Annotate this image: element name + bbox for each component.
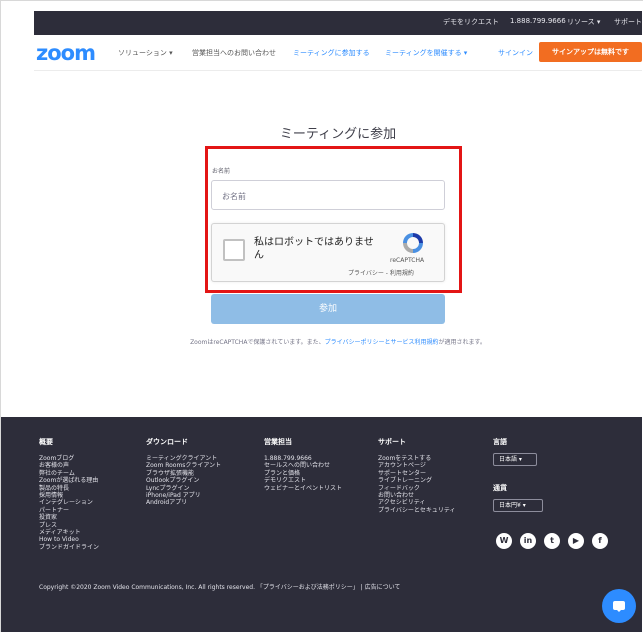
- join-meeting-panel: ミーティングに参加 お名前 お名前 私はロボットではありません reCAPTCH…: [34, 71, 642, 417]
- footer-link[interactable]: アクセシビリティ: [378, 499, 456, 506]
- footer-heading-support: サポート: [378, 438, 406, 446]
- facebook-icon[interactable]: f: [592, 533, 608, 549]
- footer-link[interactable]: アカウントページ: [378, 462, 456, 469]
- footer-link[interactable]: ライブトレーニング: [378, 477, 456, 484]
- zoom-logo[interactable]: zoom: [36, 41, 96, 65]
- footer-col-sales: 営業担当 1.888.799.9666 セールスへの問い合わせ プランと価格 デ…: [264, 437, 342, 492]
- privacy-terms-link[interactable]: プライバシーポリシーとサービス利用規約: [325, 339, 439, 346]
- contact-sales-link[interactable]: 営業担当へのお問い合わせ: [192, 48, 276, 58]
- footer: 概要 Zoomブログ お客様の声 弊社のチーム Zoomが選ばれる理由 製品の特…: [34, 417, 642, 632]
- language-select[interactable]: 日本語 ▾: [493, 453, 537, 466]
- captcha-checkbox[interactable]: [223, 239, 245, 261]
- footer-link[interactable]: お客様の声: [39, 462, 99, 469]
- footer-link[interactable]: プライバシーとセキュリティ: [378, 507, 456, 514]
- footer-link[interactable]: 製品の特長: [39, 485, 99, 492]
- footer-col-about: 概要 Zoomブログ お客様の声 弊社のチーム Zoomが選ばれる理由 製品の特…: [39, 437, 99, 551]
- footer-link[interactable]: プレス: [39, 522, 99, 529]
- footer-link[interactable]: iPhone/iPad アプリ: [146, 492, 221, 499]
- resources-menu[interactable]: リソース ▾: [567, 17, 600, 27]
- currency-heading: 通貨: [493, 484, 507, 492]
- phone-link[interactable]: 1.888.799.9666: [510, 17, 566, 25]
- recaptcha-notice: ZoomはreCAPTCHAで保護されています。また、プライバシーポリシーとサー…: [34, 337, 642, 346]
- utility-bar: デモをリクエスト 1.888.799.9666 リソース ▾ サポート: [34, 11, 642, 35]
- notice-text-before: ZoomはreCAPTCHAで保護されています。また、: [190, 339, 325, 346]
- footer-col-support: サポート Zoomをテストする アカウントページ サポートセンター ライブトレー…: [378, 437, 456, 514]
- recaptcha-widget: 私はロボットではありません reCAPTCHA プライバシー - 利用規約: [211, 223, 445, 282]
- language-heading: 言語: [493, 438, 507, 446]
- host-meeting-menu[interactable]: ミーティングを開催する ▾: [385, 48, 467, 58]
- youtube-icon[interactable]: ▶: [568, 533, 584, 549]
- left-margin-footer: [1, 417, 34, 632]
- currency-select[interactable]: 日本円¥ ▾: [493, 499, 543, 512]
- footer-heading-sales: 営業担当: [264, 438, 292, 446]
- footer-heading-about: 概要: [39, 438, 53, 446]
- sign-in-link[interactable]: サインイン: [498, 48, 533, 58]
- support-link[interactable]: サポート: [614, 17, 642, 27]
- solutions-menu[interactable]: ソリューション ▾: [118, 48, 173, 58]
- page-title: ミーティングに参加: [279, 127, 397, 142]
- join-button[interactable]: 参加: [211, 294, 445, 324]
- footer-link[interactable]: Zoomが選ばれる理由: [39, 477, 99, 484]
- footer-link[interactable]: ミーティングクライアント: [146, 455, 221, 462]
- notice-text-after: が適用されます。: [438, 339, 486, 346]
- captcha-label: 私はロボットではありません: [254, 237, 374, 261]
- sign-up-button[interactable]: サインアップは無料です: [539, 42, 642, 62]
- footer-link[interactable]: ブランドガイドライン: [39, 544, 99, 551]
- wordpress-icon[interactable]: W: [496, 533, 512, 549]
- footer-link[interactable]: How to Video: [39, 536, 99, 543]
- footer-link[interactable]: Outlookプラグイン: [146, 477, 221, 484]
- left-margin: [1, 1, 34, 632]
- chat-button[interactable]: [602, 589, 636, 623]
- name-input[interactable]: お名前: [211, 180, 445, 210]
- footer-link[interactable]: 投資家: [39, 514, 99, 521]
- name-label: お名前: [212, 168, 231, 175]
- footer-link[interactable]: Androidアプリ: [146, 499, 221, 506]
- footer-link[interactable]: Zoom Roomsクライアント: [146, 462, 221, 469]
- main-nav: zoom ソリューション ▾ 営業担当へのお問い合わせ ミーティングに参加する …: [34, 35, 642, 71]
- join-meeting-link[interactable]: ミーティングに参加する: [293, 48, 370, 58]
- footer-link[interactable]: セールスへの問い合わせ: [264, 462, 342, 469]
- request-demo-link[interactable]: デモをリクエスト: [443, 17, 499, 27]
- chat-bubble-tail: [616, 609, 622, 612]
- footer-link[interactable]: インテグレーション: [39, 499, 99, 506]
- recaptcha-links[interactable]: プライバシー - 利用規約: [348, 268, 414, 277]
- footer-heading-download: ダウンロード: [146, 438, 188, 446]
- footer-link[interactable]: フィードバック: [378, 485, 456, 492]
- recaptcha-logo-icon: [403, 233, 423, 253]
- footer-col-download: ダウンロード ミーティングクライアント Zoom Roomsクライアント ブラウ…: [146, 437, 221, 507]
- copyright-text: Copyright ©2020 Zoom Video Communication…: [39, 584, 401, 591]
- name-placeholder: お名前: [222, 192, 246, 201]
- footer-link[interactable]: メディアキット: [39, 529, 99, 536]
- recaptcha-name: reCAPTCHA: [390, 257, 425, 264]
- twitter-icon[interactable]: t: [544, 533, 560, 549]
- linkedin-icon[interactable]: in: [520, 533, 536, 549]
- footer-link[interactable]: ウェビナーとイベントリスト: [264, 485, 342, 492]
- footer-link[interactable]: デモリクエスト: [264, 477, 342, 484]
- page: デモをリクエスト 1.888.799.9666 リソース ▾ サポート zoom…: [0, 0, 643, 632]
- footer-link[interactable]: Lyncプラグイン: [146, 485, 221, 492]
